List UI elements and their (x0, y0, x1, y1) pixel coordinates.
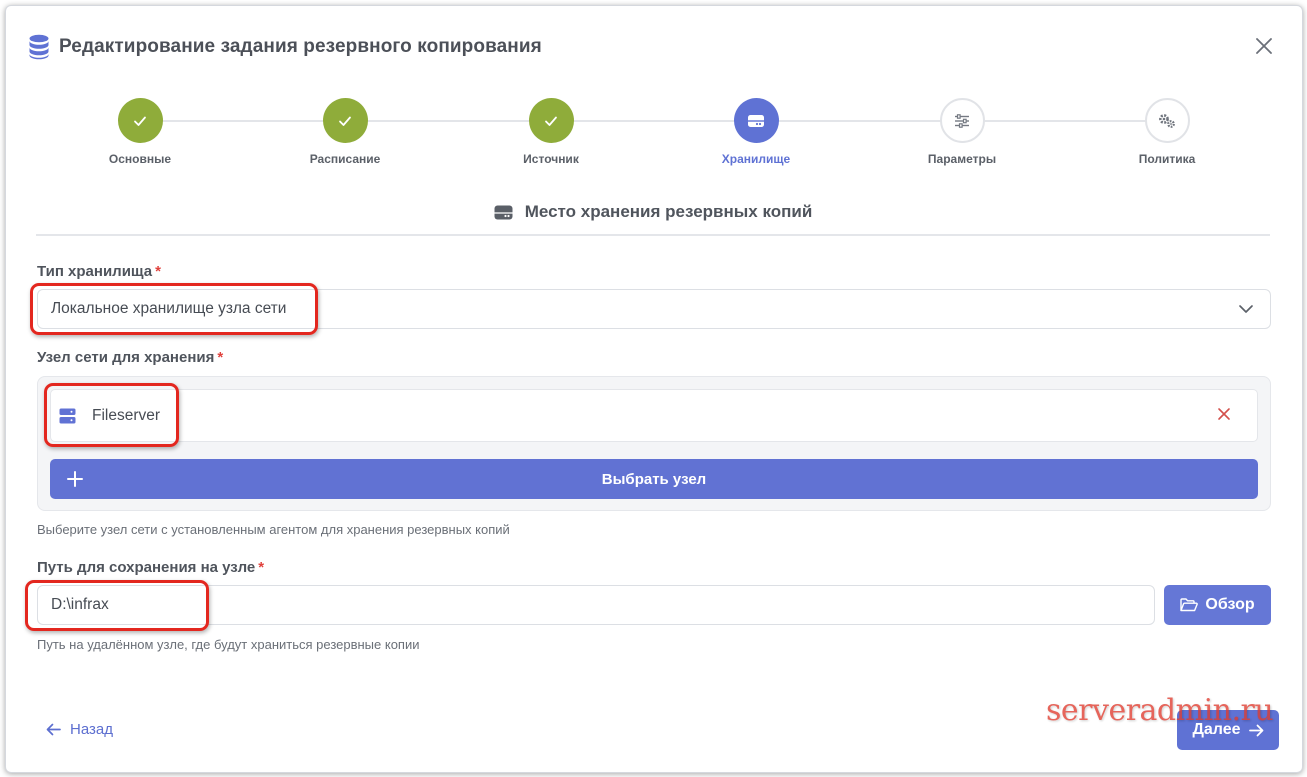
storage-type-select[interactable]: Локальное хранилище узла сети (37, 289, 1271, 329)
step-policy[interactable]: Политика (1097, 98, 1237, 166)
section-title: Место хранения резервных копий (524, 202, 813, 221)
selected-node-name: Fileserver (92, 406, 161, 424)
storage-path-help: Путь на удалённом узле, где будут хранит… (37, 637, 420, 652)
check-icon (134, 116, 146, 126)
browse-button[interactable]: Обзор (1164, 585, 1271, 625)
wizard-stepper: Основные Расписание Источник Хранилище П… (6, 98, 1304, 168)
step-done-circle (117, 98, 163, 143)
step-done-circle (528, 98, 574, 143)
check-icon (339, 116, 351, 126)
check-icon (545, 116, 557, 126)
step-storage[interactable]: Хранилище (686, 98, 826, 166)
step-label: Расписание (309, 152, 381, 166)
storage-type-label: Тип хранилища * (37, 263, 161, 280)
server-icon (59, 408, 76, 423)
step-source[interactable]: Источник (481, 98, 621, 166)
storage-path-label: Путь для сохранения на узле * (37, 559, 264, 576)
step-basic[interactable]: Основные (70, 98, 210, 166)
step-parameters[interactable]: Параметры (892, 98, 1032, 166)
backup-job-dialog: Редактирование задания резервного копиро… (5, 5, 1303, 773)
arrow-left-icon (46, 723, 61, 736)
choose-node-button[interactable]: Выбрать узел (50, 459, 1258, 499)
step-label: Параметры (927, 152, 997, 166)
dialog-title: Редактирование задания резервного копиро… (59, 36, 542, 57)
folder-open-icon (1180, 598, 1199, 612)
step-label: Хранилище (721, 152, 791, 166)
storage-type-label-text: Тип хранилища (37, 263, 153, 280)
step-schedule[interactable]: Расписание (275, 98, 415, 166)
hard-drive-icon (494, 205, 513, 219)
step-pending-circle (1144, 98, 1190, 143)
storage-node-panel: Fileserver Выбрать узел (37, 376, 1271, 511)
storage-node-label-text: Узел сети для хранения (37, 349, 215, 366)
storage-node-help: Выберите узел сети с установленным агент… (37, 522, 510, 537)
required-mark: * (155, 263, 161, 280)
section-header: Место хранения резервных копий (36, 202, 1270, 236)
remove-node-icon[interactable] (1217, 407, 1231, 421)
step-pending-circle (939, 98, 985, 143)
database-icon (29, 34, 49, 60)
chevron-down-icon (1239, 305, 1253, 313)
back-button[interactable]: Назад (46, 721, 113, 738)
storage-type-value: Локальное хранилище узла сети (51, 300, 287, 317)
step-done-circle (322, 98, 368, 143)
storage-path-input[interactable]: D:\infrax (37, 585, 1155, 625)
required-mark: * (258, 559, 265, 576)
storage-path-value: D:\infrax (51, 596, 109, 613)
storage-path-label-text: Путь для сохранения на узле (37, 559, 256, 576)
close-icon[interactable] (1254, 36, 1274, 56)
plus-icon (67, 471, 83, 487)
gears-icon (1159, 113, 1175, 128)
step-label: Основные (108, 152, 172, 166)
step-label: Политика (1138, 152, 1196, 166)
browse-label: Обзор (1205, 596, 1255, 613)
choose-node-label: Выбрать узел (601, 470, 707, 488)
watermark: serveradmin.ru (1046, 693, 1274, 728)
sliders-icon (955, 113, 969, 128)
step-label: Источник (523, 152, 579, 166)
required-mark: * (217, 349, 224, 366)
selected-node-item: Fileserver (50, 389, 1258, 442)
hard-drive-icon (748, 114, 764, 127)
step-active-circle (733, 98, 779, 143)
storage-node-label: Узел сети для хранения * (37, 349, 223, 366)
dialog-header: Редактирование задания резервного копиро… (28, 34, 542, 60)
back-label: Назад (70, 721, 113, 738)
